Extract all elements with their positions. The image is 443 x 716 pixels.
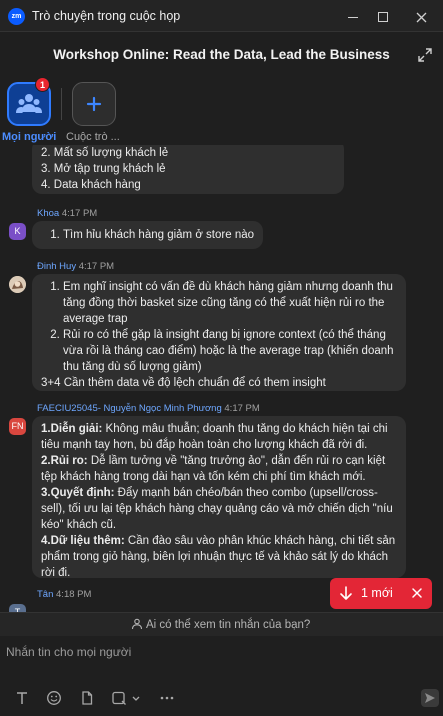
- new-message-label: 1 mới: [361, 586, 393, 600]
- window-titlebar: zm Trò chuyện trong cuộc họp: [0, 0, 443, 32]
- close-icon: [416, 12, 426, 23]
- sender-name[interactable]: Khoa: [37, 208, 59, 219]
- emoji-icon[interactable]: [46, 690, 62, 706]
- sender-name[interactable]: Tân: [37, 589, 53, 600]
- new-message-toast[interactable]: 1 mới: [330, 578, 432, 609]
- file-icon[interactable]: [79, 690, 95, 706]
- message-item: Em nghĩ insight có vấn đề dù khách hàng …: [63, 279, 397, 327]
- tab-divider: [61, 88, 62, 120]
- message-line: 4. Data khách hàng: [41, 179, 141, 191]
- meeting-header: Workshop Online: Read the Data, Lead the…: [0, 33, 443, 77]
- chevron-down-icon[interactable]: [131, 690, 141, 706]
- message-header: Khoa 4:17 PM: [37, 208, 97, 219]
- message-time: 4:18 PM: [56, 589, 92, 600]
- message-time: 4:17 PM: [78, 261, 115, 272]
- tab-chat-label[interactable]: Cuộc trò ...: [66, 131, 120, 143]
- send-icon[interactable]: [420, 688, 440, 708]
- zoom-logo: zm: [8, 8, 25, 25]
- message-bubble: Em nghĩ insight có vấn đề dù khách hàng …: [32, 274, 406, 391]
- sender-name[interactable]: FAECIU25045- Nguyễn Ngọc Minh Phương: [37, 403, 222, 414]
- message-line: 3+4 Cần thêm data về độ lệch chuẩn để có…: [41, 377, 326, 389]
- unread-badge: 1: [35, 77, 50, 92]
- message-time: 4:17 PM: [224, 403, 260, 414]
- window-title: Trò chuyện trong cuộc họp: [32, 9, 181, 23]
- message-bubble: 1.Diễn giải: Không mâu thuẫn; doanh thu …: [32, 416, 406, 579]
- minimize-icon: [348, 16, 358, 18]
- arrow-down-icon: [340, 586, 352, 600]
- message-bubble: Tìm hỉu khách hàng giảm ở store nào: [32, 221, 263, 249]
- message-paragraph: 1.Diễn giải: Không mâu thuẫn; doanh thu …: [41, 423, 388, 451]
- message-line: 3. Mở tập trung khách lẻ: [41, 163, 166, 175]
- avatar[interactable]: [9, 276, 26, 293]
- avatar[interactable]: FN: [9, 418, 26, 435]
- message-header: Đinh Huy 4:17 PM: [37, 261, 114, 272]
- avatar[interactable]: T: [9, 604, 26, 612]
- visibility-info[interactable]: Ai có thể xem tin nhắn của bạn?: [131, 618, 310, 631]
- chat-messages[interactable]: 2. Mất số lượng khách lẻ 3. Mở tập trung…: [0, 145, 443, 612]
- more-icon[interactable]: [159, 690, 175, 706]
- message-paragraph: 2.Rủi ro: Dễ lầm tưởng về "tăng trưởng ả…: [41, 455, 386, 483]
- minimize-button[interactable]: [340, 4, 366, 28]
- visibility-bar[interactable]: Ai có thể xem tin nhắn của bạn?: [0, 612, 443, 636]
- plus-icon: [86, 96, 102, 112]
- dismiss-icon[interactable]: [410, 586, 424, 600]
- avatar-photo: [9, 276, 26, 293]
- message-bubble: 2. Mất số lượng khách lẻ 3. Mở tập trung…: [32, 145, 344, 194]
- message-header: Tân 4:18 PM: [37, 589, 91, 600]
- maximize-button[interactable]: [370, 4, 396, 28]
- message-paragraph: 3.Quyết định: Đẩy mạnh bán chéo/bán theo…: [41, 487, 393, 531]
- chat-tabs: 1 Mọi người Cuộc trò ...: [0, 77, 443, 145]
- screenshot-icon[interactable]: [111, 690, 127, 706]
- maximize-icon: [378, 12, 388, 23]
- message-time: 4:17 PM: [61, 208, 98, 219]
- message-header: FAECIU25045- Nguyễn Ngọc Minh Phương 4:1…: [37, 403, 260, 414]
- compose-area: Nhắn tin cho mọi người: [0, 637, 443, 716]
- visibility-label: Ai có thể xem tin nhắn của bạn?: [146, 619, 311, 631]
- close-button[interactable]: [408, 4, 434, 28]
- message-line: 2. Mất số lượng khách lẻ: [41, 147, 169, 159]
- tab-everyone-label[interactable]: Mọi người: [2, 131, 56, 143]
- message-input[interactable]: Nhắn tin cho mọi người: [6, 645, 131, 659]
- person-icon: [131, 618, 143, 630]
- expand-icon[interactable]: [417, 47, 433, 63]
- message-item: Tìm hỉu khách hàng giảm ở store nào: [63, 227, 254, 243]
- avatar[interactable]: K: [9, 223, 26, 240]
- message-item: Rủi ro có thể gặp là insight đang bị ign…: [63, 327, 397, 375]
- text-format-icon[interactable]: [14, 690, 30, 706]
- tab-new-chat[interactable]: [72, 82, 116, 126]
- meeting-title: Workshop Online: Read the Data, Lead the…: [53, 47, 390, 62]
- sender-name[interactable]: Đinh Huy: [37, 261, 76, 272]
- message-paragraph: 4.Dữ liệu thêm: Cần đào sâu vào phân khú…: [41, 535, 396, 579]
